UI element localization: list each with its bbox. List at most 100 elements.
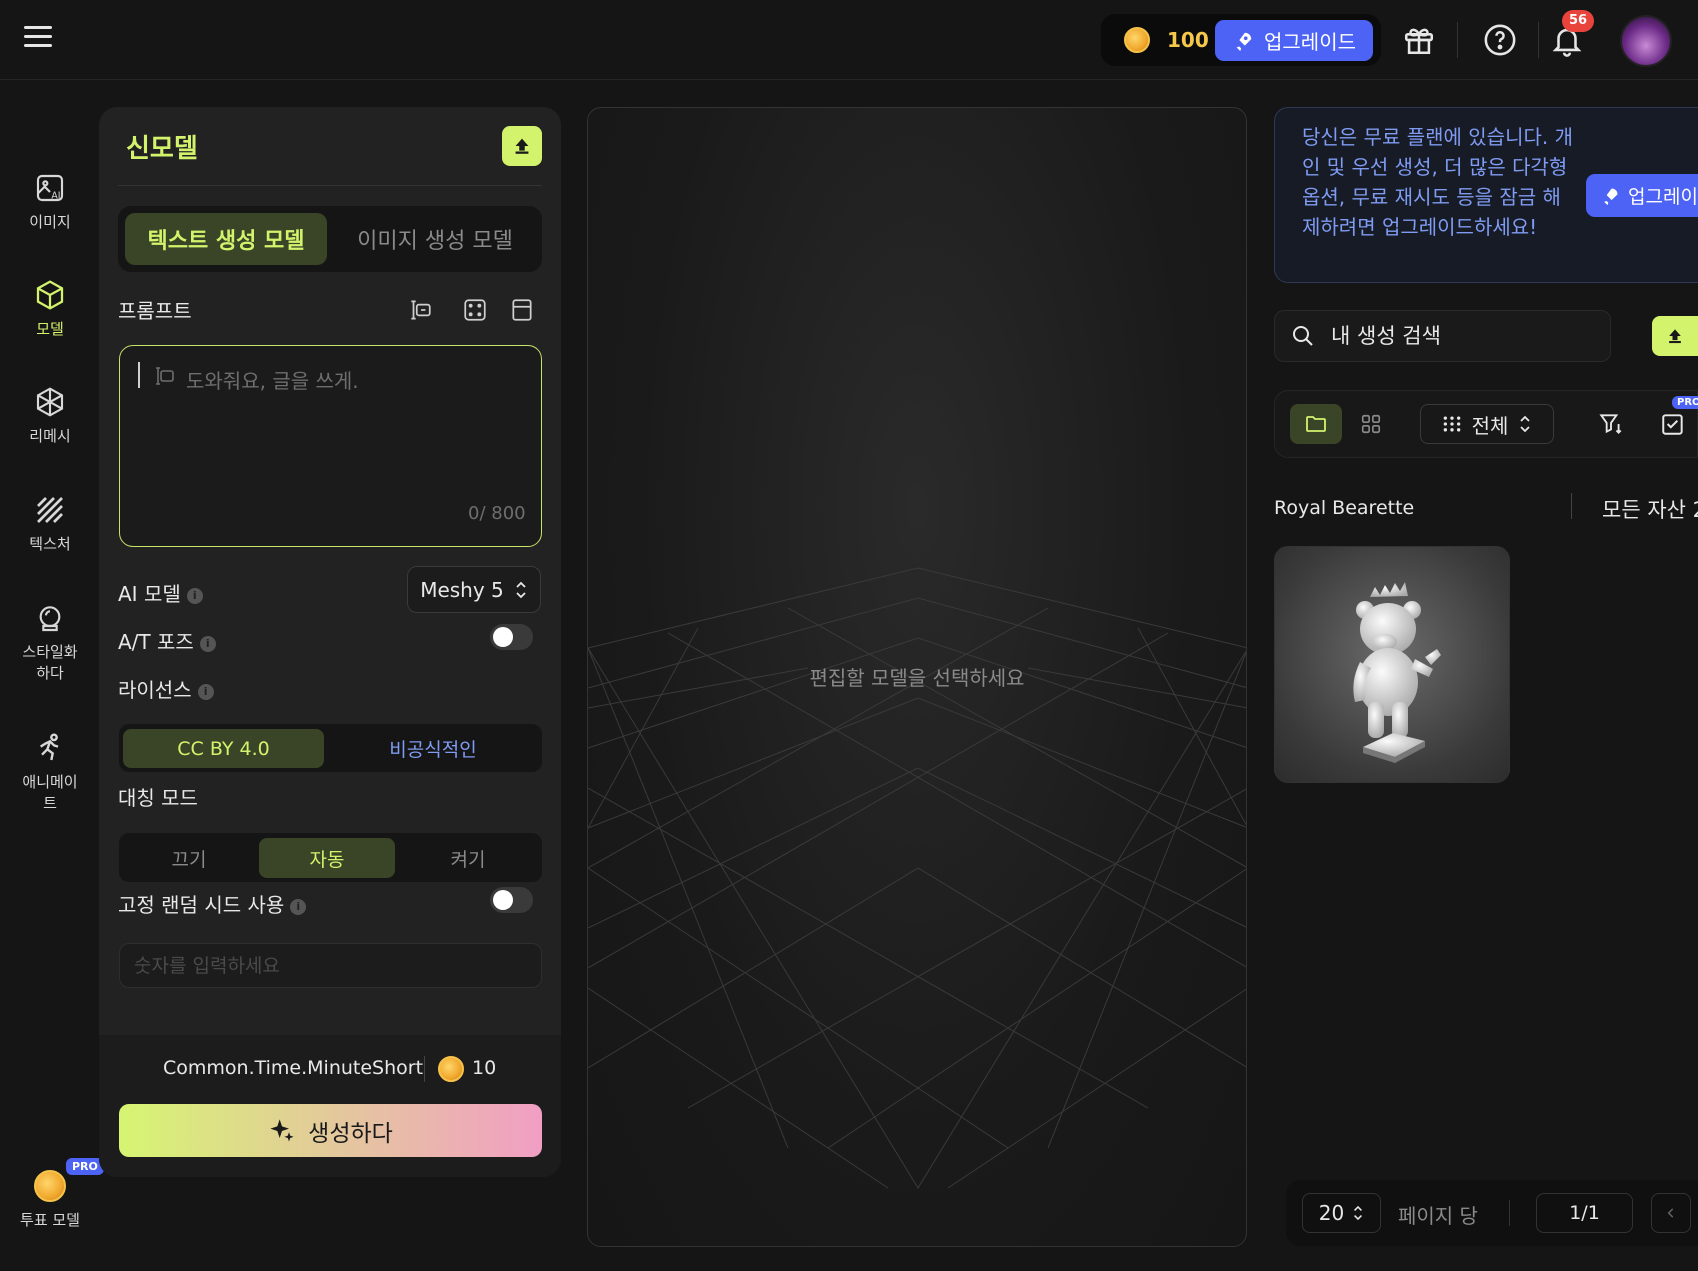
coin-icon <box>34 1170 66 1202</box>
toggle-knob <box>493 627 513 647</box>
ai-model-select[interactable]: Meshy 5 <box>407 566 541 613</box>
search-icon <box>1293 326 1313 346</box>
symmetry-auto-button[interactable]: 자동 <box>259 838 395 878</box>
symmetry-on-button[interactable]: 켜기 <box>399 838 537 878</box>
license-unofficial-button[interactable]: 비공식적인 <box>330 729 536 768</box>
upload-button[interactable] <box>1652 316 1698 356</box>
book-icon[interactable] <box>509 297 535 323</box>
divider <box>1509 1200 1510 1226</box>
tab-text-to-model[interactable]: 텍스트 생성 모델 <box>125 213 327 265</box>
folder-icon <box>1306 416 1326 432</box>
nav-label: 애니메이 트 <box>22 773 78 812</box>
gift-icon[interactable] <box>1402 23 1436 57</box>
info-icon[interactable]: i <box>197 683 214 700</box>
at-pose-label: A/T 포즈 i <box>118 626 216 655</box>
tab-image-to-model[interactable]: 이미지 생성 모델 <box>335 213 535 265</box>
nav-item-vote-model[interactable]: 투표 모델 <box>0 1170 100 1231</box>
credit-count: 100 <box>1167 28 1209 52</box>
checkbox-select-icon[interactable] <box>1660 410 1686 438</box>
notice-text: 당신은 무료 플랜에 있습니다. 개인 및 우선 생성, 더 많은 다각형 옵션… <box>1302 125 1573 239</box>
upload-icon <box>515 138 529 154</box>
license-label-text: 라이선스 <box>118 678 192 702</box>
per-page-label: 페이지 당 <box>1398 1204 1478 1228</box>
grid-icon <box>1361 414 1381 434</box>
nav-label: 모델 <box>36 320 64 338</box>
category-value: 전체 <box>1471 413 1509 438</box>
divider <box>118 185 542 186</box>
symmetry-off-button[interactable]: 끄기 <box>123 838 255 878</box>
texture-icon <box>37 497 63 523</box>
dice-icon[interactable] <box>462 297 488 323</box>
notification-badge: 56 <box>1562 10 1595 32</box>
page-size-value: 20 <box>1318 1201 1345 1225</box>
prev-page-button[interactable] <box>1651 1193 1691 1233</box>
rocket-icon <box>1236 32 1252 51</box>
character-counter: 0/ 800 <box>468 503 526 524</box>
text-cursor-icon <box>156 367 174 385</box>
time-estimate: Common.Time.MinuteShort <box>163 1057 424 1079</box>
prompt-placeholder: 도와줘요, 글을 쓰게. <box>186 369 359 393</box>
text-caret <box>138 362 140 388</box>
all-assets-label[interactable]: 모든 자산 2 <box>1602 494 1698 524</box>
search-input[interactable] <box>1329 323 1579 349</box>
folder-view-button[interactable] <box>1290 404 1342 444</box>
info-icon[interactable]: i <box>290 898 307 915</box>
upload-button[interactable] <box>502 126 542 166</box>
dots-grid-icon <box>1443 416 1460 432</box>
nav-item-stylize[interactable]: 스타일화 하다 <box>0 602 100 684</box>
chevron-left-icon <box>1667 1208 1674 1218</box>
remesh-icon <box>36 387 64 417</box>
symmetry-label: 대칭 모드 <box>118 786 198 810</box>
coin-icon <box>1124 27 1150 53</box>
text-cursor-icon[interactable] <box>407 297 433 323</box>
coin-icon <box>438 1056 464 1082</box>
divider <box>1571 493 1572 519</box>
divider <box>1538 22 1539 58</box>
page-size-select[interactable]: 20 <box>1302 1193 1381 1233</box>
ai-model-value: Meshy 5 <box>420 577 504 602</box>
ai-model-label-text: AI 모델 <box>118 582 181 606</box>
pro-badge: PRO <box>1672 396 1698 409</box>
nav-item-texture[interactable]: 텍스처 <box>0 494 100 555</box>
model-thumbnail[interactable] <box>1274 546 1510 783</box>
nav-label: 리메시 <box>29 427 71 445</box>
chevron-updown-icon <box>1520 415 1531 433</box>
svg-text:AI: AI <box>51 191 60 202</box>
nav-label: 이미지 <box>29 213 71 231</box>
folder-name[interactable]: Royal Bearette <box>1274 497 1414 519</box>
grid-view-button[interactable] <box>1345 404 1397 444</box>
top-bar <box>0 0 1698 80</box>
divider <box>1457 22 1458 58</box>
info-icon[interactable]: i <box>199 635 216 652</box>
rocket-icon <box>1604 188 1618 205</box>
at-pose-toggle[interactable] <box>490 624 533 650</box>
notice-upgrade-button[interactable]: 업그레이드 <box>1586 174 1698 217</box>
nav-item-remesh[interactable]: 리메시 <box>0 386 100 447</box>
running-figure-icon <box>40 733 59 761</box>
category-select[interactable]: 전체 <box>1420 404 1554 444</box>
menu-icon[interactable] <box>24 26 52 52</box>
ai-model-label: AI 모델 i <box>118 578 203 607</box>
seed-input[interactable] <box>119 943 542 988</box>
sparkle-icon <box>270 1118 294 1141</box>
help-icon[interactable] <box>1483 23 1517 57</box>
upload-icon <box>1669 329 1681 344</box>
search-box[interactable] <box>1274 310 1611 362</box>
bear-figurine-image <box>1353 582 1441 763</box>
generate-label: 생성하다 <box>308 1120 393 1147</box>
filter-sort-icon[interactable] <box>1598 410 1624 438</box>
chevron-updown-icon <box>1354 1205 1363 1221</box>
generate-button[interactable]: 생성하다 <box>119 1104 542 1157</box>
nav-label: 스타일화 하다 <box>22 643 78 682</box>
upgrade-button[interactable]: 업그레이드 <box>1215 20 1373 61</box>
prompt-label: 프롬프트 <box>118 299 192 323</box>
avatar[interactable] <box>1620 15 1672 67</box>
at-pose-label-text: A/T 포즈 <box>118 630 194 654</box>
seed-toggle[interactable] <box>490 887 533 913</box>
info-icon[interactable]: i <box>186 587 203 604</box>
nav-item-animate[interactable]: 애니메이 트 <box>0 732 100 814</box>
license-cc-by-button[interactable]: CC BY 4.0 <box>123 729 324 768</box>
page-indicator[interactable]: 1/1 <box>1536 1193 1633 1233</box>
nav-item-model[interactable]: 모델 <box>0 279 100 340</box>
nav-item-image[interactable]: AI 이미지 <box>0 172 100 233</box>
